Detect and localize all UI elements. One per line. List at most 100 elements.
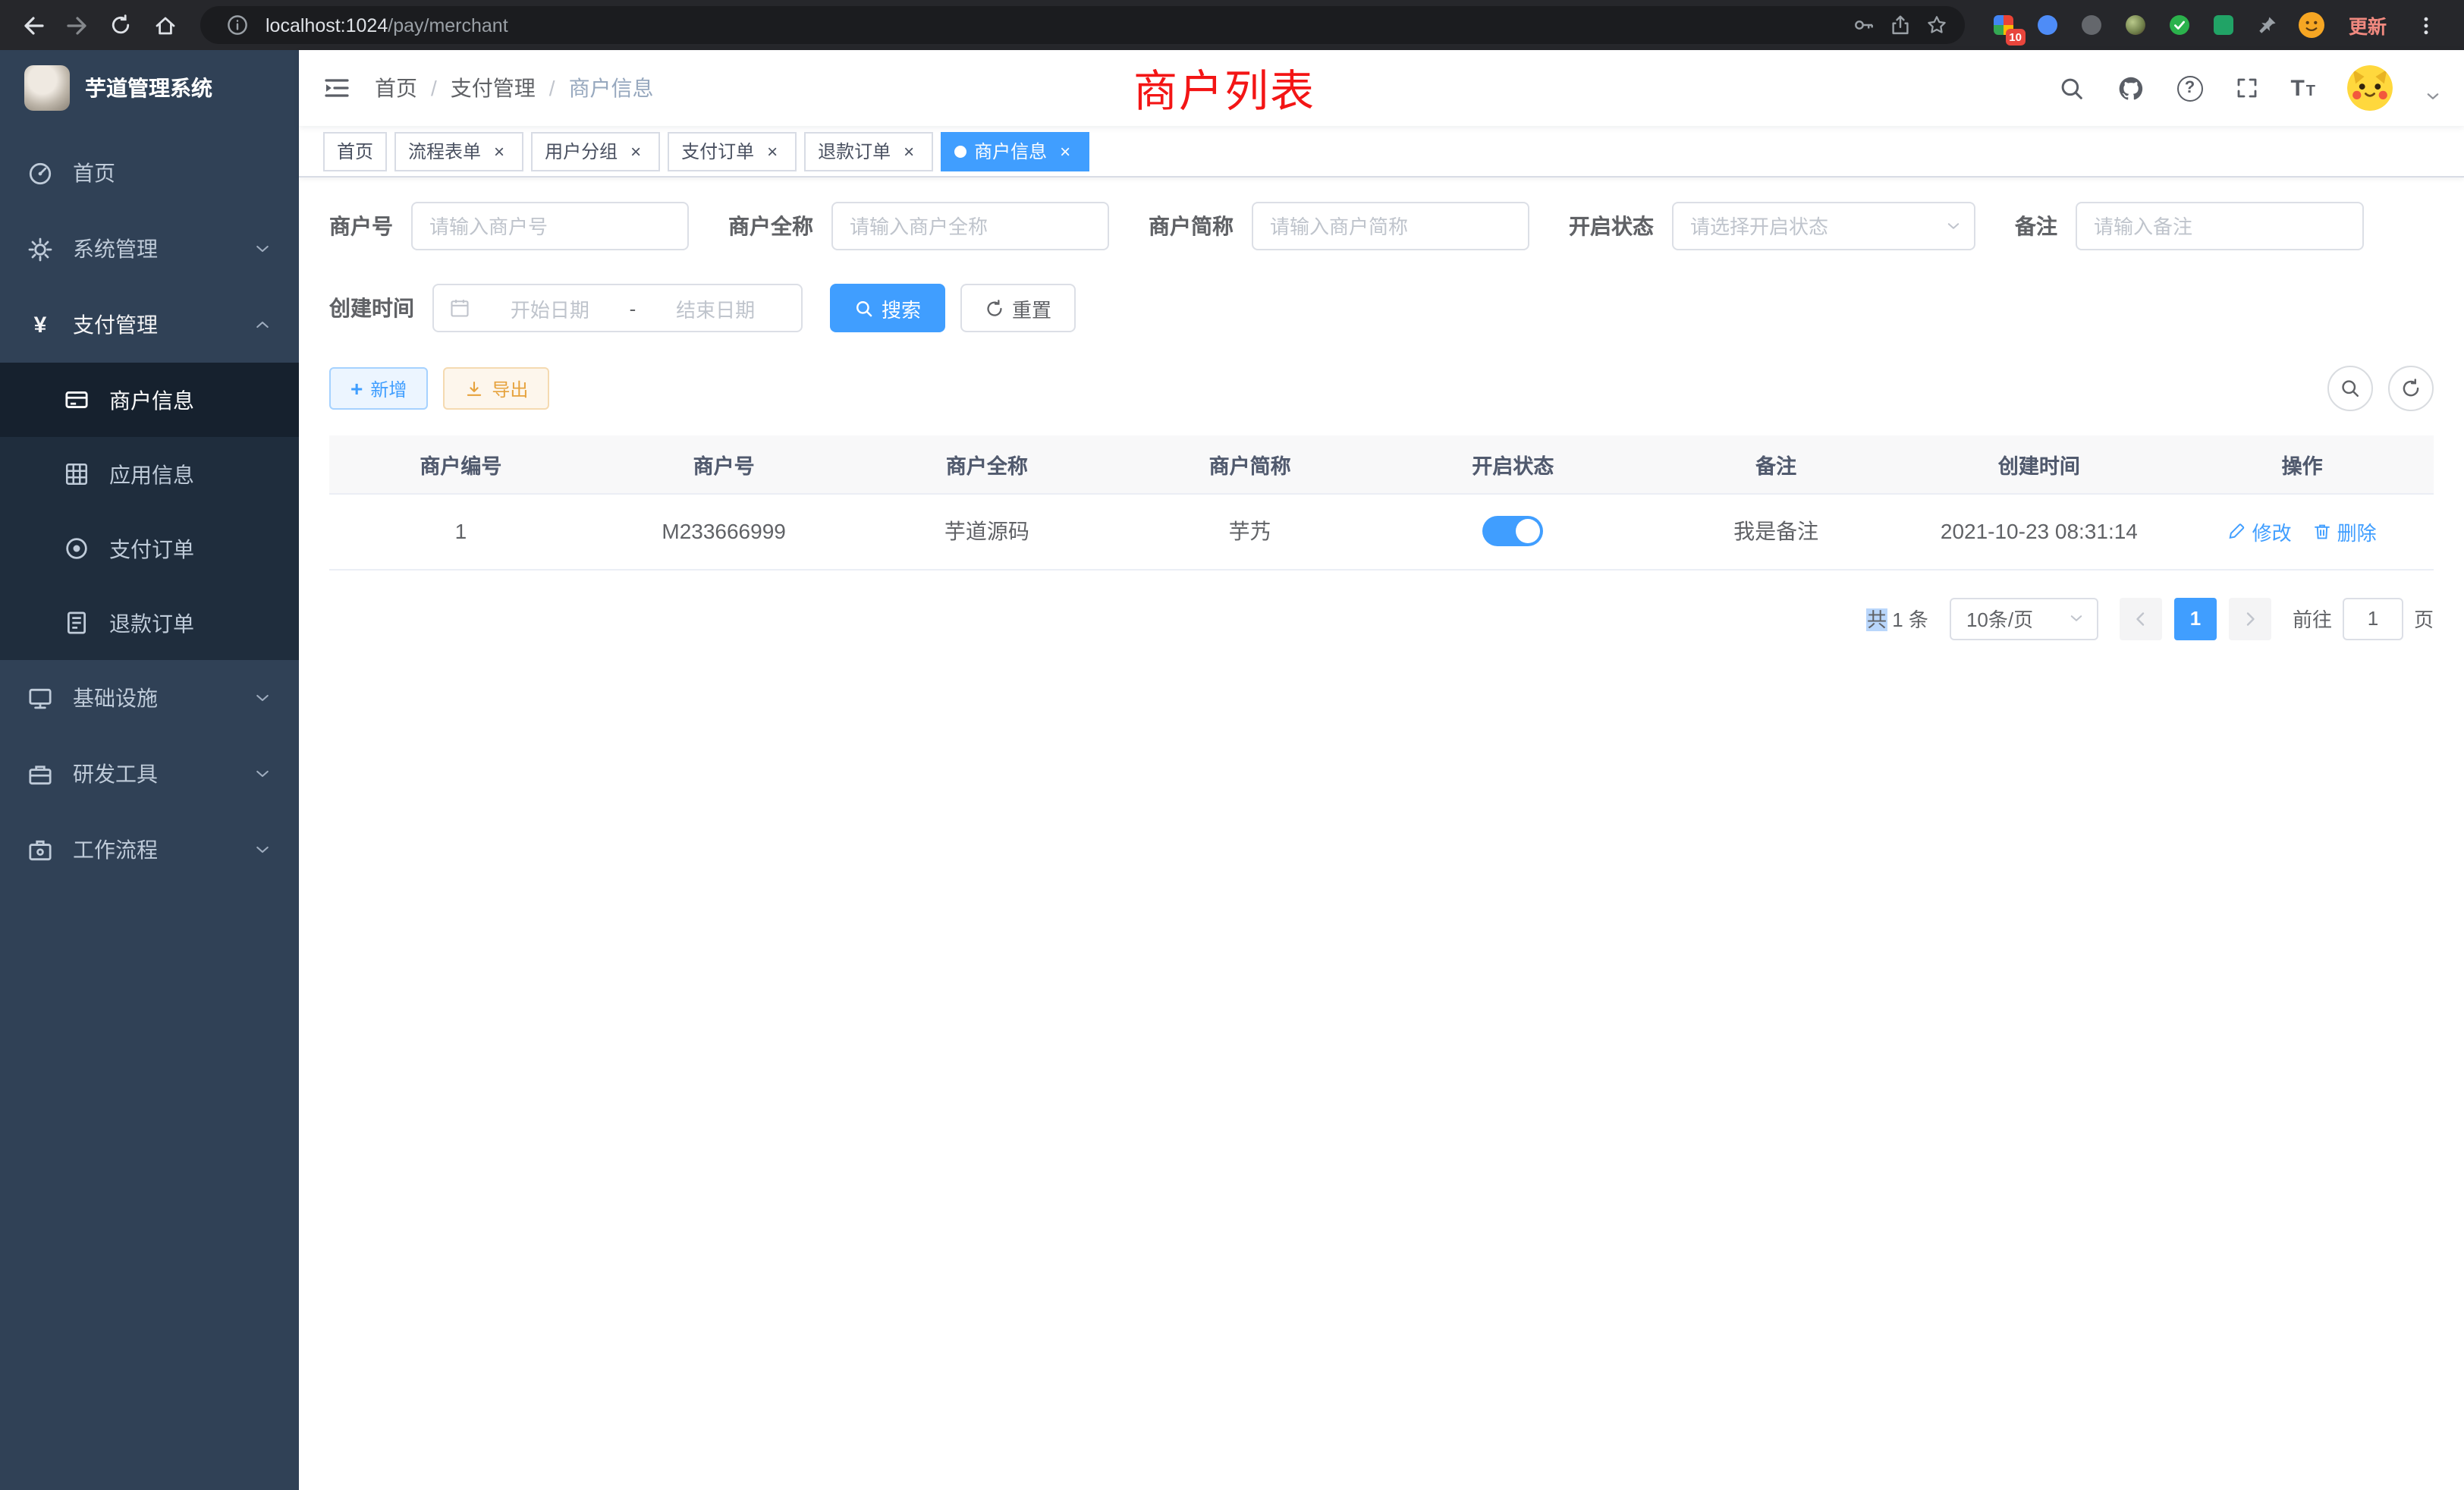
- search-icon[interactable]: [2058, 75, 2084, 101]
- sidebar-item-infrastructure[interactable]: 基础设施: [0, 660, 299, 736]
- tabs-bar: 首页 流程表单 × 用户分组 × 支付订单 × 退款订单 ×: [299, 126, 2464, 178]
- avatar-caret-icon[interactable]: [2425, 87, 2441, 104]
- extension-badge: 10: [2005, 29, 2026, 45]
- active-tab-dot: [954, 145, 966, 157]
- sidebar-item-workflow[interactable]: 工作流程: [0, 812, 299, 888]
- remark-input[interactable]: [2076, 202, 2364, 250]
- date-separator: -: [630, 297, 636, 319]
- sidebar-item-label: 支付管理: [73, 310, 158, 340]
- export-button[interactable]: 导出: [443, 367, 549, 410]
- merchant-no-input[interactable]: [411, 202, 689, 250]
- extension-pin-icon[interactable]: [2250, 7, 2286, 43]
- tab-user-group[interactable]: 用户分组 ×: [531, 131, 660, 171]
- page-size-select[interactable]: 10条/页: [1950, 597, 2098, 640]
- date-range-picker[interactable]: 开始日期 - 结束日期: [432, 284, 803, 332]
- fullscreen-icon[interactable]: [2234, 76, 2258, 100]
- extension-avatar-icon[interactable]: [2118, 7, 2154, 43]
- extension-colorful-icon[interactable]: 10: [1986, 7, 2022, 43]
- sidebar: 芋道管理系统 首页 系统管理 ¥ 支付管理: [0, 50, 299, 1490]
- short-name-input[interactable]: [1252, 202, 1529, 250]
- sidebar-item-pay-order[interactable]: 支付订单: [0, 511, 299, 586]
- browser-forward-button[interactable]: [56, 5, 97, 46]
- extension-green-check-icon[interactable]: [2162, 7, 2198, 43]
- close-icon[interactable]: ×: [1054, 140, 1076, 162]
- merchant-table: 商户编号 商户号 商户全称 商户简称 开启状态 备注 创建时间 操作 1: [329, 435, 2434, 570]
- delete-button[interactable]: 删除: [2313, 517, 2377, 545]
- breadcrumb-separator: /: [431, 76, 437, 100]
- app-logo[interactable]: 芋道管理系统: [0, 50, 299, 126]
- browser-home-button[interactable]: [144, 5, 185, 46]
- breadcrumb: 首页 / 支付管理 / 商户信息: [375, 73, 654, 103]
- record-icon: [64, 536, 90, 561]
- browser-menu-icon[interactable]: [2405, 5, 2446, 46]
- reset-button[interactable]: 重置: [960, 284, 1076, 332]
- tab-merchant-info[interactable]: 商户信息 ×: [941, 131, 1089, 171]
- sidebar-item-devtools[interactable]: 研发工具: [0, 736, 299, 812]
- chevron-up-icon: [253, 316, 272, 334]
- cell-status: [1381, 493, 1645, 569]
- add-button[interactable]: + 新增: [329, 367, 428, 410]
- url-text: localhost:1024/pay/merchant: [266, 14, 1846, 36]
- sidebar-item-label: 应用信息: [109, 459, 194, 489]
- site-info-icon[interactable]: [218, 8, 255, 42]
- sidebar-item-payment[interactable]: ¥ 支付管理: [0, 287, 299, 363]
- full-name-label: 商户全称: [728, 211, 813, 241]
- bookmark-star-icon[interactable]: [1919, 8, 1956, 42]
- cell-remark: 我是备注: [1645, 493, 1908, 569]
- extension-blue-icon[interactable]: [2030, 7, 2066, 43]
- font-size-icon[interactable]: TT: [2290, 77, 2315, 99]
- close-icon[interactable]: ×: [762, 140, 783, 162]
- tab-process-form[interactable]: 流程表单 ×: [394, 131, 523, 171]
- close-icon[interactable]: ×: [489, 140, 510, 162]
- app-title: 芋道管理系统: [85, 73, 212, 103]
- breadcrumb-payment[interactable]: 支付管理: [451, 73, 536, 103]
- search-button[interactable]: 搜索: [830, 284, 945, 332]
- share-icon[interactable]: [1883, 8, 1919, 42]
- extension-green-note-icon[interactable]: [2206, 7, 2242, 43]
- browser-back-button[interactable]: [12, 5, 53, 46]
- page-1-button[interactable]: 1: [2174, 597, 2217, 640]
- breadcrumb-separator: /: [549, 76, 555, 100]
- status-toggle[interactable]: [1482, 516, 1543, 546]
- chevron-down-icon: [2068, 610, 2085, 627]
- browser-update-button[interactable]: 更新: [2338, 11, 2397, 39]
- tab-pay-order[interactable]: 支付订单 ×: [668, 131, 797, 171]
- col-short-name: 商户简称: [1118, 435, 1381, 493]
- sidebar-item-app-info[interactable]: 应用信息: [0, 437, 299, 511]
- next-page-button[interactable]: [2229, 597, 2271, 640]
- sidebar-item-label: 基础设施: [73, 683, 158, 713]
- close-icon[interactable]: ×: [625, 140, 646, 162]
- col-actions: 操作: [2170, 435, 2434, 493]
- monitor-icon: [27, 685, 53, 711]
- filter-row-2: 创建时间 开始日期 - 结束日期 搜索 重置: [329, 284, 2434, 332]
- sidebar-item-refund-order[interactable]: 退款订单: [0, 586, 299, 660]
- extension-dark-icon[interactable]: [2074, 7, 2110, 43]
- toggle-search-button[interactable]: [2327, 366, 2373, 411]
- sidebar-item-home[interactable]: 首页: [0, 135, 299, 211]
- calendar-icon: [449, 297, 470, 319]
- refresh-table-button[interactable]: [2388, 366, 2434, 411]
- edit-button[interactable]: 修改: [2228, 517, 2292, 545]
- goto-page-input[interactable]: [2343, 597, 2403, 640]
- help-icon[interactable]: ?: [2176, 75, 2202, 101]
- address-bar[interactable]: localhost:1024/pay/merchant: [200, 6, 1965, 44]
- sidebar-item-merchant-info[interactable]: 商户信息: [0, 363, 299, 437]
- profile-avatar-icon[interactable]: [2294, 7, 2330, 43]
- status-select[interactable]: [1672, 202, 1975, 250]
- prev-page-button[interactable]: [2120, 597, 2162, 640]
- password-key-icon[interactable]: [1846, 8, 1883, 42]
- gear-icon: [27, 236, 53, 262]
- yen-icon: ¥: [27, 312, 53, 338]
- menu-fold-icon[interactable]: [322, 73, 352, 103]
- pagination: 共 1 条 10条/页 1 前往 页: [329, 597, 2434, 640]
- col-merchant-no: 商户号: [592, 435, 856, 493]
- github-icon[interactable]: [2116, 74, 2145, 102]
- breadcrumb-home[interactable]: 首页: [375, 73, 417, 103]
- user-avatar[interactable]: [2347, 65, 2393, 111]
- tab-home[interactable]: 首页: [323, 131, 387, 171]
- close-icon[interactable]: ×: [898, 140, 919, 162]
- tab-refund-order[interactable]: 退款订单 ×: [804, 131, 933, 171]
- full-name-input[interactable]: [831, 202, 1109, 250]
- browser-refresh-button[interactable]: [100, 5, 141, 46]
- sidebar-item-system[interactable]: 系统管理: [0, 211, 299, 287]
